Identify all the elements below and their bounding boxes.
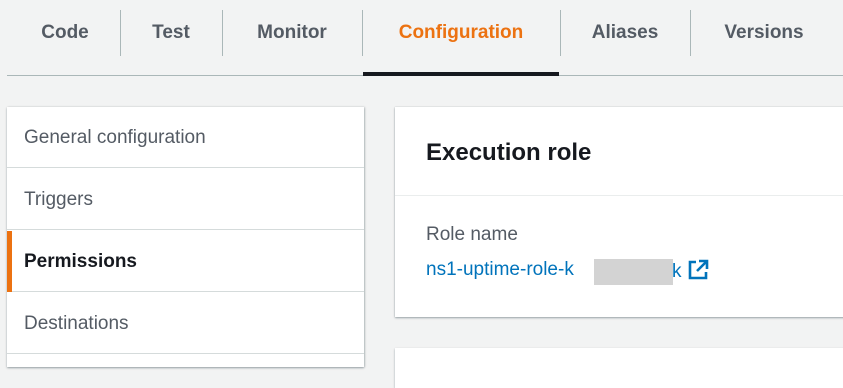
tab-divider <box>222 10 223 56</box>
sidebar-item-general-configuration[interactable]: General configuration <box>7 107 364 168</box>
configuration-side-nav: General configuration Triggers Permissio… <box>7 107 364 367</box>
tab-monitor[interactable]: Monitor <box>232 10 352 56</box>
next-panel <box>395 348 843 388</box>
sidebar-item-label: General configuration <box>24 127 206 148</box>
sidebar-item-label: Permissions <box>24 251 137 272</box>
tab-divider <box>120 10 121 56</box>
role-name-label: Role name <box>426 224 518 245</box>
sidebar-item-label: Destinations <box>24 313 129 334</box>
sidebar-item-destinations[interactable]: Destinations <box>7 293 364 354</box>
execution-role-panel: Execution role Role name ns1-uptime-role… <box>395 107 843 317</box>
active-item-indicator <box>7 231 12 292</box>
tab-configuration[interactable]: Configuration <box>363 10 559 56</box>
tab-code[interactable]: Code <box>20 10 110 56</box>
tab-versions[interactable]: Versions <box>700 10 828 56</box>
page-title: Execution role <box>426 139 592 166</box>
tab-aliases[interactable]: Aliases <box>570 10 680 56</box>
panel-header: Execution role <box>395 107 843 196</box>
sidebar-item-triggers[interactable]: Triggers <box>7 169 364 230</box>
tab-bar: Code Test Monitor Configuration Aliases … <box>0 0 843 76</box>
role-name-link-tail[interactable]: k <box>672 259 682 285</box>
tab-test[interactable]: Test <box>130 10 212 56</box>
external-link-icon[interactable] <box>686 258 710 282</box>
tab-divider <box>690 10 691 56</box>
tab-divider <box>560 10 561 56</box>
sidebar-item-label: Triggers <box>24 189 93 210</box>
redaction-box <box>594 259 673 285</box>
role-name-link[interactable]: ns1-uptime-role-k <box>426 259 574 281</box>
sidebar-item-permissions[interactable]: Permissions <box>7 231 364 292</box>
tab-active-indicator <box>363 72 559 76</box>
